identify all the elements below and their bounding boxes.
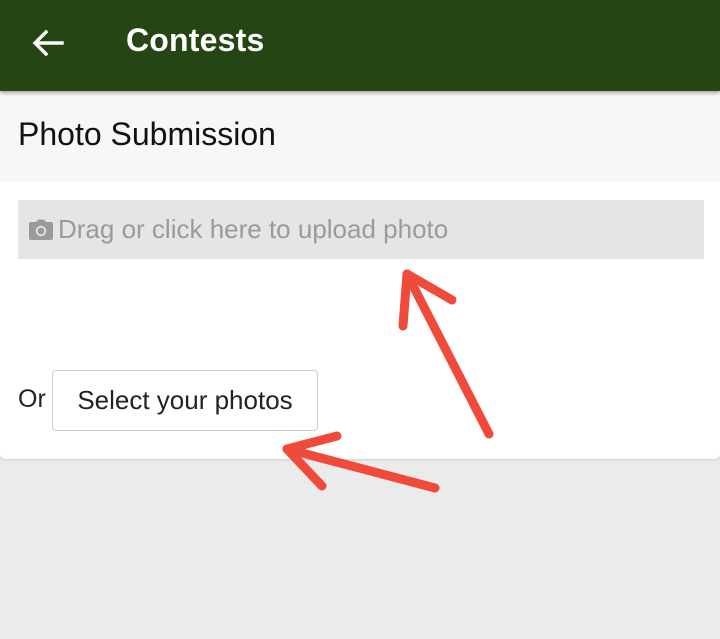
or-label: Or bbox=[18, 385, 46, 413]
dropzone-text: Drag or click here to upload photo bbox=[58, 214, 449, 244]
arrow-back-icon bbox=[32, 29, 64, 57]
select-photos-button[interactable]: Select your photos bbox=[52, 370, 318, 431]
back-button[interactable] bbox=[22, 20, 74, 66]
app-bar: Contests bbox=[0, 0, 720, 91]
card-title: Photo Submission bbox=[18, 116, 276, 152]
photo-dropzone[interactable]: Drag or click here to upload photo bbox=[18, 200, 704, 259]
card-header: Photo Submission bbox=[0, 91, 720, 182]
page-title: Contests bbox=[126, 22, 265, 58]
camera-icon bbox=[28, 219, 54, 241]
photo-submission-card: Photo Submission Drag or click here to u… bbox=[0, 91, 720, 459]
